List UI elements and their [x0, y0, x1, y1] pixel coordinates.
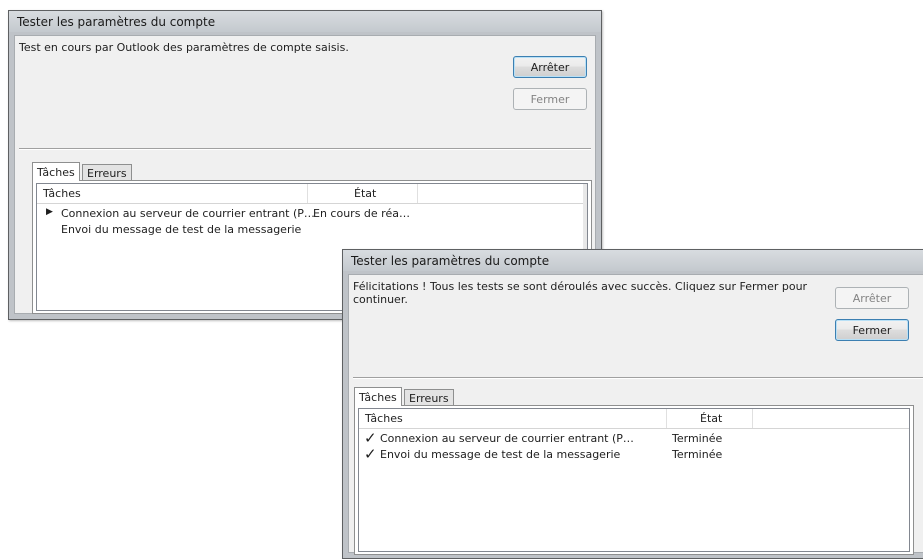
dialog-titlebar[interactable]: Tester les paramètres du compte: [9, 11, 601, 32]
status-message-line: continuer.: [353, 293, 408, 306]
tab-tasks-label: Tâches: [359, 391, 397, 404]
checkmark-icon: ✓: [364, 445, 377, 463]
tab-panel: Tâches État ✓ Connexion au serveur de co…: [354, 405, 914, 555]
tab-errors-label: Erreurs: [87, 167, 127, 180]
column-divider[interactable]: [307, 184, 308, 203]
tab-tasks-label: Tâches: [37, 166, 75, 179]
column-divider[interactable]: [666, 409, 667, 428]
close-button-label: Fermer: [852, 323, 892, 337]
close-button[interactable]: Fermer: [835, 319, 909, 341]
tab-tasks[interactable]: Tâches: [32, 162, 80, 181]
column-header-tasks[interactable]: Tâches: [365, 412, 403, 425]
tab-errors-label: Erreurs: [409, 392, 449, 405]
tab-errors[interactable]: Erreurs: [82, 164, 132, 181]
column-divider[interactable]: [752, 409, 753, 428]
table-row[interactable]: ▶ Connexion au serveur de courrier entra…: [37, 207, 587, 221]
dialog-title: Tester les paramètres du compte: [17, 15, 216, 29]
dialog-titlebar[interactable]: Tester les paramètres du compte: [343, 250, 923, 271]
table-row[interactable]: ✓ Connexion au serveur de courrier entra…: [359, 429, 909, 447]
column-header-status[interactable]: État: [700, 412, 722, 425]
stop-button-label: Arrêter: [530, 60, 570, 74]
list-header: Tâches État: [37, 184, 587, 204]
separator: [19, 148, 591, 150]
dialog-client-area: Félicitations ! Tous les tests se sont d…: [348, 274, 923, 555]
task-name: Envoi du message de test de la messageri…: [380, 448, 621, 461]
close-button-label: Fermer: [530, 92, 570, 106]
dialog-title: Tester les paramètres du compte: [351, 254, 550, 268]
tab-errors[interactable]: Erreurs: [404, 389, 454, 406]
stop-button: Arrêter: [835, 287, 909, 309]
tab-tasks[interactable]: Tâches: [354, 387, 402, 406]
column-divider[interactable]: [417, 184, 418, 203]
task-name: Connexion au serveur de courrier entrant…: [61, 207, 315, 220]
task-status: En cours de réa…: [313, 207, 410, 220]
column-header-tasks[interactable]: Tâches: [43, 187, 81, 200]
status-message: Félicitations ! Tous les tests se sont d…: [353, 280, 807, 306]
task-list[interactable]: Tâches État ✓ Connexion au serveur de co…: [358, 408, 910, 552]
stop-button-label: Arrêter: [852, 291, 892, 305]
close-button: Fermer: [513, 88, 587, 110]
task-name: Envoi du message de test de la messageri…: [61, 223, 302, 236]
table-row[interactable]: ✓ Envoi du message de test de la message…: [359, 445, 909, 463]
list-header: Tâches État: [359, 409, 909, 429]
task-status: Terminée: [672, 448, 723, 461]
status-message: Test en cours par Outlook des paramètres…: [19, 41, 349, 54]
stop-button[interactable]: Arrêter: [513, 56, 587, 78]
arrow-right-icon: ▶: [46, 207, 53, 217]
test-account-dialog-completed: Tester les paramètres du compte Félicita…: [342, 249, 923, 559]
task-name: Connexion au serveur de courrier entrant…: [380, 432, 634, 445]
column-header-status[interactable]: État: [354, 187, 376, 200]
task-status: Terminée: [672, 432, 723, 445]
table-row[interactable]: Envoi du message de test de la messageri…: [37, 223, 587, 237]
separator: [353, 377, 923, 379]
status-message-line: Félicitations ! Tous les tests se sont d…: [353, 280, 808, 293]
